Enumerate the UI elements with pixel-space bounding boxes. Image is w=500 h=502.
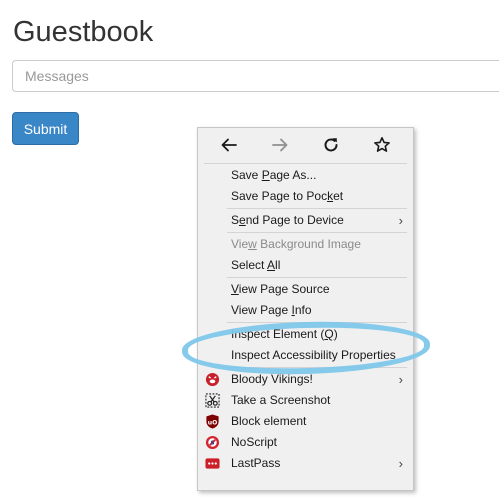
menu-item-label: age As... (269, 168, 317, 182)
menu-separator (227, 322, 407, 323)
forward-icon[interactable] (264, 131, 296, 159)
submenu-arrow-icon: › (398, 456, 403, 471)
menu-item-select-all[interactable]: Select All (198, 255, 413, 276)
menu-item-label: Select (231, 258, 268, 272)
bookmark-star-icon[interactable] (366, 131, 398, 159)
accesskey-letter: V (231, 282, 239, 296)
menu-item-label: Take a Screenshot (231, 393, 331, 407)
menu-item-inspect-accessibility-properties[interactable]: Inspect Accessibility Properties (198, 345, 413, 366)
back-icon[interactable] (213, 131, 245, 159)
accesskey-letter: w (248, 237, 257, 251)
menu-item-label: Inspect Accessibility Properties (231, 348, 396, 362)
svg-text:S: S (210, 441, 214, 447)
bloody-vikings-icon (205, 372, 220, 387)
lastpass-icon (205, 458, 220, 469)
menu-item-label: ll (275, 258, 281, 272)
menu-item-inspect-element[interactable]: Inspect Element (Q) (198, 324, 413, 345)
reload-icon[interactable] (315, 131, 347, 159)
svg-text:uO: uO (208, 419, 218, 426)
menu-item-view-page-source[interactable]: View Page Source (198, 279, 413, 300)
menu-item-send-page-to-device[interactable]: Send Page to Device › (198, 210, 413, 231)
menu-item-label: LastPass (231, 456, 281, 470)
ublock-origin-icon: uO (206, 414, 219, 429)
submit-button[interactable]: Submit (12, 112, 79, 145)
menu-item-label: Background Image (256, 237, 361, 251)
submenu-arrow-icon: › (398, 372, 403, 387)
menu-item-label: S (231, 213, 240, 227)
menu-item-label: Bloody Vikings! (231, 372, 313, 386)
menu-item-take-a-screenshot[interactable]: Take a Screenshot (198, 390, 413, 411)
menu-item-label: Save Page to Poc (231, 189, 328, 203)
menu-separator (227, 208, 407, 209)
context-menu: Save Page As... Save Page to Pocket Send… (197, 127, 414, 491)
menu-item-label: et (333, 189, 344, 203)
accesskey-letter: Q (324, 327, 334, 341)
menu-item-lastpass[interactable]: LastPass › (198, 453, 413, 474)
menu-item-save-page-as[interactable]: Save Page As... (198, 165, 413, 186)
menu-separator (227, 232, 407, 233)
menu-item-label: nfo (294, 303, 312, 317)
menu-item-label: nd Page to Device (245, 213, 344, 227)
menu-item-view-background-image: View Background Image (198, 234, 413, 255)
menu-item-label: iew Page Source (238, 282, 330, 296)
submenu-arrow-icon: › (398, 213, 403, 228)
screenshot-scissors-icon (205, 393, 220, 408)
menu-item-label: Block element (231, 414, 307, 428)
accesskey-letter: e (239, 213, 246, 227)
menu-item-block-element[interactable]: uO Block element (198, 411, 413, 432)
menu-item-label: ) (333, 327, 338, 341)
context-menu-nav (198, 128, 413, 162)
menu-item-label: NoScript (231, 435, 278, 449)
menu-item-noscript[interactable]: S NoScript (198, 432, 413, 453)
accesskey-letter: A (267, 258, 276, 272)
menu-item-label: Inspect Element ( (231, 327, 325, 341)
menu-item-label: Save (231, 168, 262, 182)
menu-item-label: Vie (231, 237, 249, 251)
menu-separator (204, 163, 407, 164)
noscript-icon: S (205, 435, 220, 450)
menu-item-view-page-info[interactable]: View Page Info (198, 300, 413, 321)
messages-input[interactable] (12, 60, 499, 92)
menu-separator (227, 277, 407, 278)
menu-separator (227, 367, 407, 368)
page-title: Guestbook (13, 16, 154, 48)
menu-item-label: View Page (231, 303, 292, 317)
menu-item-bloody-vikings[interactable]: Bloody Vikings! › (198, 369, 413, 390)
menu-item-save-page-to-pocket[interactable]: Save Page to Pocket (198, 186, 413, 207)
accesskey-letter: P (261, 168, 270, 182)
